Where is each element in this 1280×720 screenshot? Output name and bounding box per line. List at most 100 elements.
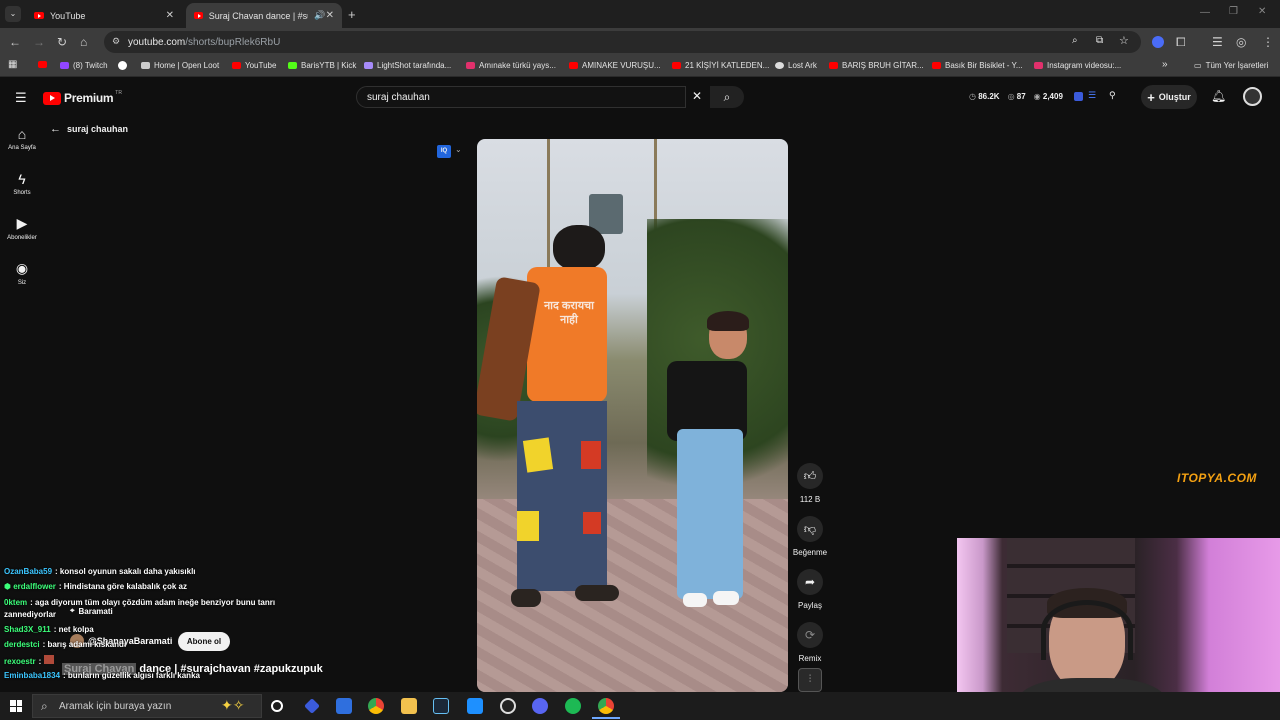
instagram-icon bbox=[1034, 62, 1043, 69]
address-bar[interactable]: ⚙ youtube.com/shorts/bupRlek6RbU ⌕ ⧉ ☆ bbox=[104, 31, 1141, 53]
share-button[interactable]: ➦ Paylaş bbox=[788, 569, 832, 610]
audio-playing-icon[interactable]: 🔊 bbox=[314, 10, 325, 21]
bookmark-item[interactable]: (8) Twitch bbox=[60, 61, 108, 70]
iq-extension-icon[interactable]: IQ bbox=[437, 145, 451, 158]
bookmark-item[interactable]: BarisYTB | Kick bbox=[288, 61, 356, 70]
download-app-icon[interactable] bbox=[467, 698, 483, 714]
extension-badge-icon[interactable] bbox=[1074, 92, 1083, 101]
back-to-search[interactable]: ← suraj chauhan bbox=[50, 123, 128, 135]
taskbar-search-input[interactable]: ⌕ Aramak için buraya yazın ✦✧ bbox=[32, 694, 262, 718]
discord-icon[interactable] bbox=[532, 698, 548, 714]
bookmark-item[interactable]: Home | Open Loot bbox=[141, 61, 219, 70]
restore-icon[interactable]: ❐ bbox=[1229, 6, 1238, 17]
thumbs-down-icon: 👎︎ bbox=[797, 516, 823, 542]
site-info-icon[interactable]: ⚙ bbox=[112, 36, 120, 47]
location-pin[interactable]: ⌖ Baramati bbox=[70, 606, 113, 616]
girl-blue-jeans bbox=[677, 429, 743, 599]
bookmark-item[interactable]: YouTube bbox=[232, 61, 276, 70]
extensions-puzzle-icon[interactable]: ⧠ bbox=[1176, 35, 1186, 49]
windows-start-icon[interactable] bbox=[10, 700, 22, 712]
man-jeans bbox=[517, 401, 607, 591]
extension-icon[interactable] bbox=[1152, 36, 1164, 48]
search-input[interactable]: suraj chauhan bbox=[356, 86, 686, 108]
obs-icon[interactable] bbox=[500, 698, 516, 714]
file-explorer-icon[interactable] bbox=[401, 698, 417, 714]
shorts-video-player[interactable]: नाद करायचा नाही bbox=[477, 139, 788, 692]
forward-arrow-icon[interactable]: → bbox=[33, 35, 45, 49]
calculator-icon[interactable] bbox=[336, 698, 352, 714]
patch-yellow bbox=[517, 511, 539, 541]
bookmark-item[interactable]: 21 KİŞİYİ KATLEDEN... bbox=[672, 61, 769, 70]
sidebar-item-shorts[interactable]: ϟ Shorts bbox=[0, 171, 44, 196]
chevron-down-icon[interactable]: ⌄ bbox=[455, 145, 462, 154]
chrome-active-icon[interactable] bbox=[598, 698, 614, 714]
youtube-logo[interactable]: Premium TR bbox=[43, 90, 122, 105]
itopya-watermark-logo: ITOPYA.COM bbox=[1177, 471, 1257, 485]
new-tab-button[interactable]: + bbox=[348, 7, 356, 22]
bookmark-item[interactable]: LightShot tarafında... bbox=[364, 61, 451, 70]
remix-icon: ⟳ bbox=[797, 622, 823, 648]
sidebar-item-subscriptions[interactable]: ▶︎ Abonelikler bbox=[0, 215, 44, 241]
cast-icon[interactable]: ⧉ bbox=[1096, 35, 1103, 46]
list-icon[interactable]: ☰ bbox=[1088, 90, 1096, 101]
headset bbox=[1041, 600, 1133, 660]
notifications-bell-icon[interactable]: 🔔︎ bbox=[1211, 89, 1226, 103]
zoom-icon[interactable]: ⌕ bbox=[1072, 35, 1078, 46]
bookmark-youtube-icon[interactable] bbox=[38, 61, 51, 68]
dislike-button[interactable]: 👎︎ Beğenme bbox=[788, 516, 832, 557]
bookmark-item[interactable]: Instagram videosu:... bbox=[1034, 61, 1121, 70]
sparkle-icon: ✦✧ bbox=[221, 697, 245, 713]
bookmark-item[interactable]: Amınake türkü yays... bbox=[466, 61, 556, 70]
tab-youtube[interactable]: YouTube ✕ bbox=[26, 3, 182, 28]
search-icon: ⌕ bbox=[41, 699, 48, 713]
stat-count: ◎ 87 bbox=[1007, 92, 1026, 101]
chat-message: ⬢ erdalflower: Hindistana göre kalabalık… bbox=[4, 582, 187, 591]
close-tab-icon[interactable]: ✕ bbox=[166, 10, 174, 21]
close-tab-icon[interactable]: ✕ bbox=[326, 10, 334, 21]
hamburger-menu-icon[interactable]: ☰ bbox=[15, 90, 27, 106]
youtube-icon bbox=[569, 62, 578, 69]
bookmarks-bar: ▦ (8) Twitch Home | Open Loot YouTube Ba… bbox=[0, 56, 1280, 77]
bookmark-star-icon[interactable]: ☆ bbox=[1119, 34, 1129, 47]
bookmark-item[interactable]: BARIŞ BRUH GİTAR... bbox=[829, 61, 924, 70]
all-bookmarks-folder[interactable]: ▭ Tüm Yer İşaretleri bbox=[1194, 61, 1268, 70]
filter-icon[interactable]: ⚲ bbox=[1109, 90, 1116, 101]
tab-active-video[interactable]: Suraj Chavan dance | #suraj 🔊 ✕ bbox=[186, 3, 342, 28]
app-icon[interactable] bbox=[304, 698, 320, 714]
back-arrow-icon[interactable]: ← bbox=[9, 35, 21, 49]
instagram-icon bbox=[466, 62, 475, 69]
reload-icon[interactable]: ↻ bbox=[57, 35, 67, 49]
sidebar-item-you[interactable]: ◉ Siz bbox=[0, 260, 44, 286]
bookmark-item[interactable]: Basık Bir Bisiklet - Y... bbox=[932, 61, 1023, 70]
spotify-icon[interactable] bbox=[565, 698, 581, 714]
chrome-icon[interactable] bbox=[368, 698, 384, 714]
home-icon[interactable]: ⌂ bbox=[80, 35, 87, 49]
bookmark-item[interactable]: Lost Ark bbox=[775, 61, 817, 70]
search-button[interactable]: ⌕ bbox=[710, 86, 744, 108]
create-button[interactable]: + Oluştur bbox=[1141, 85, 1197, 109]
sidebar-item-home[interactable]: ⌂ Ana Sayfa bbox=[0, 126, 44, 151]
bookmark-item[interactable]: AMINAKE VURUŞU... bbox=[569, 61, 661, 70]
apps-grid-icon[interactable]: ▦ bbox=[8, 59, 17, 70]
more-bookmarks-icon[interactable]: » bbox=[1162, 59, 1168, 70]
close-window-icon[interactable]: ✕ bbox=[1258, 6, 1266, 17]
tab-search-button[interactable]: ⌄ bbox=[5, 6, 21, 22]
bookmark-google-icon[interactable] bbox=[118, 61, 131, 70]
profile-icon[interactable]: ◎ bbox=[1236, 35, 1246, 49]
subscribe-button[interactable]: Abone ol bbox=[178, 632, 230, 651]
stat-subs: ◉ 2,409 bbox=[1033, 92, 1063, 101]
youtube-favicon-icon bbox=[194, 12, 203, 19]
sound-thumbnail-icon[interactable]: ⫶ bbox=[798, 668, 822, 692]
menu-kebab-icon[interactable]: ⋮ bbox=[1262, 35, 1274, 49]
reading-list-icon[interactable]: ☰ bbox=[1212, 35, 1223, 49]
openloot-icon bbox=[141, 62, 150, 69]
avatar[interactable] bbox=[1243, 87, 1262, 106]
minimize-icon[interactable]: — bbox=[1200, 7, 1210, 18]
clear-search-icon[interactable]: ✕ bbox=[692, 89, 702, 103]
steam-icon[interactable] bbox=[433, 698, 449, 714]
like-button[interactable]: 👍︎ 112 B bbox=[788, 463, 832, 504]
remix-button[interactable]: ⟳ Remix bbox=[788, 622, 832, 663]
tab-title: YouTube bbox=[50, 10, 86, 21]
chat-message: rexoestr: bbox=[4, 655, 55, 666]
cortana-circle-icon[interactable] bbox=[271, 700, 283, 712]
